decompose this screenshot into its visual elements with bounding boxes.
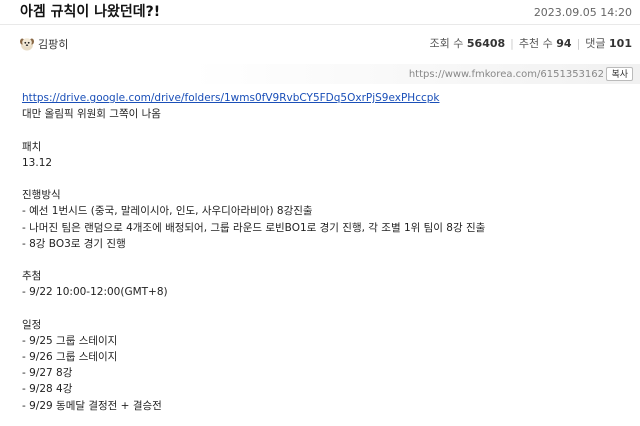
content-line: - 9/29 동메달 결정전 + 결승전 — [22, 399, 162, 412]
content-line — [22, 252, 622, 268]
post-content: https://drive.google.com/drive/folders/1… — [22, 90, 622, 414]
content-line — [22, 122, 622, 138]
content-line: - 예선 1번시드 (중국, 말레이시아, 인도, 사우디아라비아) 8강진출 — [22, 205, 313, 218]
author-name[interactable]: 김팡히 — [38, 36, 68, 52]
post-header: 아겜 규칙이 나왔던데?! 2023.09.05 14:20 — [0, 0, 640, 25]
content-line — [22, 171, 622, 187]
recommend-label: 추천 수 — [518, 37, 553, 50]
content-line: - 나머진 팀은 랜덤으로 4개조에 배정되어, 그룹 라운드 로빈BO1로 경… — [22, 221, 486, 234]
content-line: 추첨 — [22, 270, 42, 283]
comments-label: 댓글 — [585, 37, 606, 50]
comments-count: 101 — [609, 37, 632, 50]
post-date: 2023.09.05 14:20 — [533, 6, 632, 19]
content-line: - 9/25 그룹 스테이지 — [22, 334, 118, 347]
content-line: 패치 — [22, 140, 42, 153]
views-label: 조회 수 — [429, 37, 464, 50]
content-line: 진행방식 — [22, 189, 61, 202]
content-line: 대만 올림픽 위원회 그쪽이 나옴 — [22, 108, 161, 121]
content-line: - 9/22 10:00-12:00(GMT+8) — [22, 286, 168, 299]
post-url[interactable]: https://www.fmkorea.com/6151353162 — [409, 69, 604, 80]
views-count: 56408 — [466, 37, 506, 50]
avatar[interactable] — [19, 36, 35, 52]
author-row: 김팡히 조회 수 56408 | 추천 수 94 | 댓글 101 — [0, 25, 640, 61]
content-line: - 8강 BO3로 경기 진행 — [22, 237, 126, 250]
content-line: 13.12 — [22, 156, 53, 169]
drive-link[interactable]: https://drive.google.com/drive/folders/1… — [22, 92, 440, 104]
content-line: - 9/26 그룹 스테이지 — [22, 351, 118, 363]
content-line: - 9/28 4강 — [22, 383, 73, 396]
content-line: - 9/27 8강 — [22, 367, 73, 380]
recommend-count: 94 — [556, 37, 572, 50]
content-line — [22, 300, 622, 316]
copy-url-button[interactable]: 복사 — [606, 67, 633, 81]
post-stats: 조회 수 56408 | 추천 수 94 | 댓글 101 — [429, 37, 632, 50]
content-line: 일정 — [22, 318, 42, 331]
share-url-bar: https://www.fmkorea.com/6151353162 복사 — [0, 64, 640, 84]
post-title: 아겜 규칙이 나왔던데?! — [20, 4, 161, 20]
